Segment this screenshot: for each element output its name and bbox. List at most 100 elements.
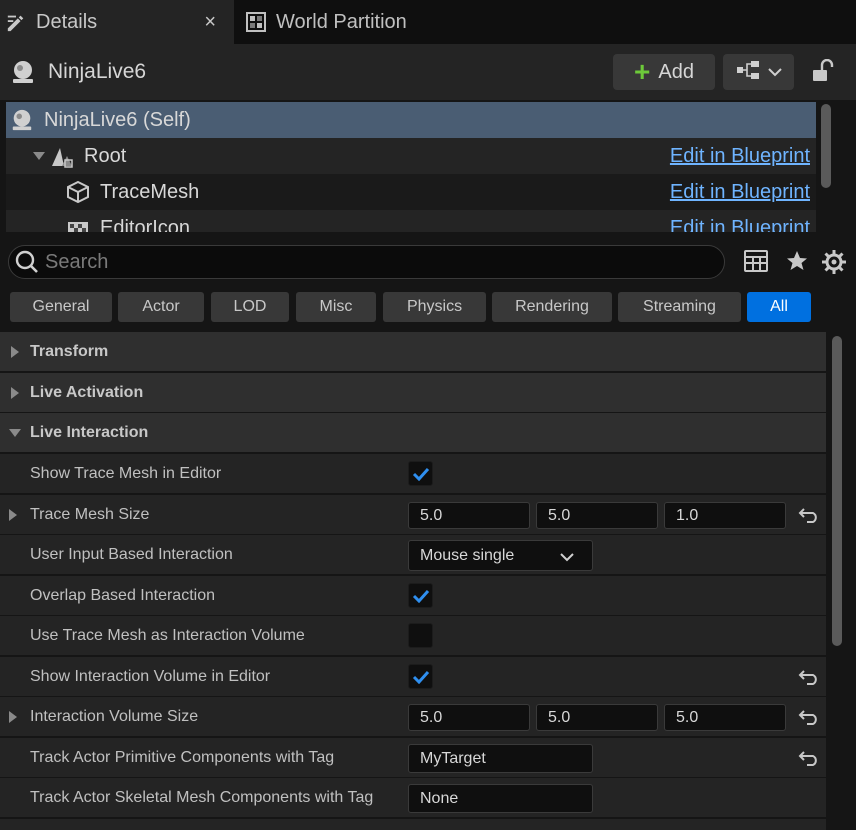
close-icon[interactable]: × xyxy=(204,12,216,32)
prop-label: Trace Mesh Size xyxy=(30,505,150,523)
category-label: Live Interaction xyxy=(30,423,149,441)
trace-mesh-size-z-field[interactable]: 1.0 xyxy=(664,502,786,529)
tab-bar: Details × World Partition xyxy=(0,0,856,44)
prop-track-skeletal-tag: Track Actor Skeletal Mesh Components wit… xyxy=(0,778,826,817)
tab-details-label: Details xyxy=(36,10,98,33)
category-live-interaction[interactable]: Live Interaction xyxy=(0,413,826,452)
pencil-details-icon xyxy=(6,12,26,32)
track-primitive-tag-field[interactable]: MyTarget xyxy=(408,744,593,773)
reset-to-default-icon[interactable] xyxy=(792,697,826,736)
checkmark-icon xyxy=(412,670,429,684)
filter-rendering[interactable]: Rendering xyxy=(492,292,612,322)
gear-icon[interactable] xyxy=(821,249,847,275)
world-partition-grid-icon xyxy=(246,12,266,32)
scene-root-icon xyxy=(50,144,74,168)
checkmark-icon xyxy=(412,589,429,603)
volume-size-y-field[interactable]: 5.0 xyxy=(536,704,658,731)
tree-item-editoricon[interactable]: EditorIcon Edit in Blueprint xyxy=(6,210,816,232)
search-icon xyxy=(15,250,39,274)
prop-trace-mesh-size: Trace Mesh Size 5.0 5.0 1.0 xyxy=(0,495,826,534)
tree-item-label: NinjaLive6 (Self) xyxy=(44,108,191,131)
hierarchy-icon xyxy=(736,61,760,83)
use-trace-mesh-volume-checkbox[interactable] xyxy=(408,623,433,648)
tab-world-partition-label: World Partition xyxy=(276,10,407,33)
prop-track-primitive-tag: Track Actor Primitive Components with Ta… xyxy=(0,738,826,777)
edit-in-blueprint-link[interactable]: Edit in Blueprint xyxy=(670,181,810,204)
prop-label: Interaction Volume Size xyxy=(30,707,199,725)
filter-actor[interactable]: Actor xyxy=(118,292,204,322)
prop-label: Overlap Based Interaction xyxy=(30,586,215,604)
filter-lod[interactable]: LOD xyxy=(211,292,289,322)
trace-mesh-size-y-field[interactable]: 5.0 xyxy=(536,502,658,529)
tree-item-label: EditorIcon xyxy=(100,216,191,233)
unlock-icon[interactable] xyxy=(810,58,834,83)
table-view-icon[interactable] xyxy=(744,249,770,275)
filter-misc[interactable]: Misc xyxy=(296,292,376,322)
user-input-combo[interactable]: Mouse single xyxy=(408,540,593,571)
reset-to-default-icon[interactable] xyxy=(792,495,826,534)
prop-use-trace-mesh-volume: Use Trace Mesh as Interaction Volume xyxy=(0,616,826,655)
actor-name[interactable]: NinjaLive6 xyxy=(48,60,146,84)
plus-icon: + xyxy=(634,56,651,87)
tree-item-label: TraceMesh xyxy=(100,180,200,203)
properties-scrollbar[interactable] xyxy=(832,336,842,646)
category-live-activation[interactable]: Live Activation xyxy=(0,373,826,412)
expand-arrow-icon[interactable] xyxy=(8,508,18,526)
overlap-interaction-checkbox[interactable] xyxy=(408,583,433,608)
trace-mesh-size-x-field[interactable]: 5.0 xyxy=(408,502,530,529)
billboard-icon xyxy=(66,216,90,232)
category-label: Transform xyxy=(30,342,109,360)
prop-label: Show Trace Mesh in Editor xyxy=(30,464,222,482)
add-component-button[interactable]: + Add xyxy=(613,54,715,90)
prop-label: Track Actor Skeletal Mesh Components wit… xyxy=(30,788,374,806)
reset-to-default-icon[interactable] xyxy=(792,657,826,696)
add-label: Add xyxy=(658,60,694,83)
filter-general[interactable]: General xyxy=(10,292,112,322)
tab-details[interactable]: Details × xyxy=(0,0,234,44)
actor-icon xyxy=(10,108,34,132)
edit-in-blueprint-link[interactable]: Edit in Blueprint xyxy=(670,217,810,233)
prop-overlap-interaction: Overlap Based Interaction xyxy=(0,576,826,615)
filter-streaming[interactable]: Streaming xyxy=(618,292,741,322)
category-transform[interactable]: Transform xyxy=(0,332,826,371)
component-tree: NinjaLive6 (Self) Root Edit in Blueprint… xyxy=(6,102,816,232)
prop-show-interaction-volume: Show Interaction Volume in Editor xyxy=(0,657,826,696)
prop-user-input-interaction: User Input Based Interaction Mouse singl… xyxy=(0,535,826,574)
combo-value: Mouse single xyxy=(420,546,515,564)
properties-panel: Transform Live Activation Live Interacti… xyxy=(0,332,826,830)
reset-to-default-icon[interactable] xyxy=(792,738,826,777)
tab-world-partition[interactable]: World Partition xyxy=(240,0,440,44)
static-mesh-icon xyxy=(66,180,90,204)
expand-arrow-icon[interactable] xyxy=(8,710,18,728)
volume-size-z-field[interactable]: 5.0 xyxy=(664,704,786,731)
prop-label: Track Actor Primitive Components with Ta… xyxy=(30,748,335,766)
chevron-down-icon xyxy=(560,549,574,567)
prop-show-trace-mesh: Show Trace Mesh in Editor xyxy=(0,454,826,493)
show-trace-mesh-checkbox[interactable] xyxy=(408,461,433,486)
tree-item-label: Root xyxy=(84,144,127,167)
search-box[interactable] xyxy=(8,245,725,279)
prop-label: Use Trace Mesh as Interaction Volume xyxy=(30,626,305,644)
actor-header: NinjaLive6 + Add xyxy=(0,44,856,100)
actor-icon xyxy=(10,59,36,85)
filter-all[interactable]: All xyxy=(747,292,811,322)
prop-interaction-volume-size: Interaction Volume Size 5.0 5.0 5.0 xyxy=(0,697,826,736)
checkmark-icon xyxy=(412,467,429,481)
filter-physics[interactable]: Physics xyxy=(383,292,486,322)
track-skeletal-tag-field[interactable]: None xyxy=(408,784,593,813)
tree-scrollbar[interactable] xyxy=(821,104,831,188)
prop-partial-row xyxy=(0,819,826,830)
expand-arrow-icon xyxy=(0,345,30,359)
edit-in-blueprint-link[interactable]: Edit in Blueprint xyxy=(670,145,810,168)
category-label: Live Activation xyxy=(30,383,144,401)
tree-item-tracemesh[interactable]: TraceMesh Edit in Blueprint xyxy=(6,174,816,210)
tree-item-self[interactable]: NinjaLive6 (Self) xyxy=(6,102,816,138)
blueprint-options-button[interactable] xyxy=(723,54,794,90)
volume-size-x-field[interactable]: 5.0 xyxy=(408,704,530,731)
collapse-arrow-icon[interactable] xyxy=(32,151,46,161)
star-icon[interactable] xyxy=(785,249,811,275)
show-interaction-volume-checkbox[interactable] xyxy=(408,664,433,689)
tree-item-root[interactable]: Root Edit in Blueprint xyxy=(6,138,816,174)
search-input[interactable] xyxy=(45,250,685,274)
prop-label: User Input Based Interaction xyxy=(30,545,233,563)
